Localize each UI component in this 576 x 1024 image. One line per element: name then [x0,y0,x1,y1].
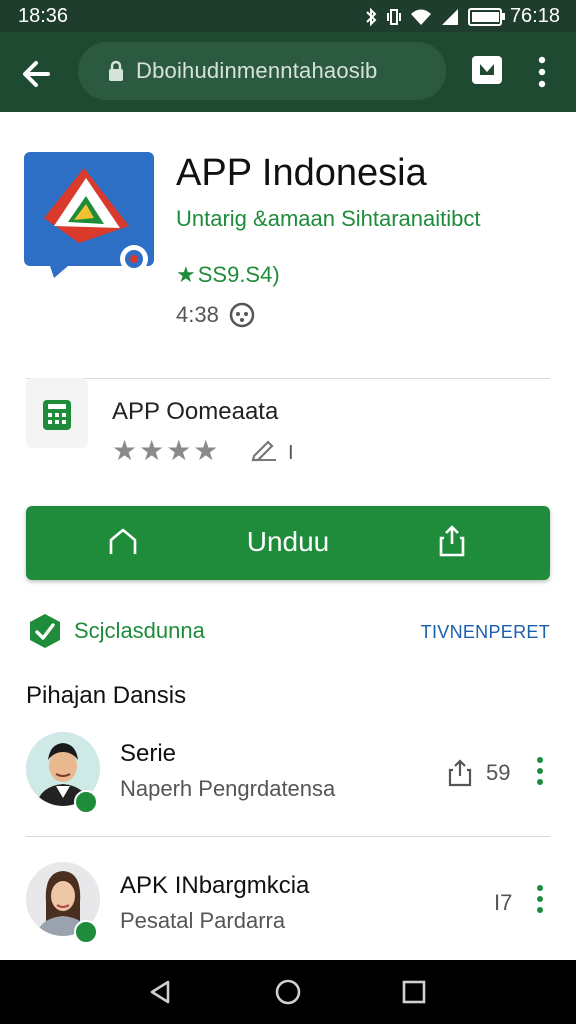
battery-icon [467,7,505,26]
wifi-icon [410,9,431,25]
app-logo-icon [24,152,154,278]
lock-icon [109,60,123,81]
calculator-icon [43,400,71,430]
status-time: 18:36 [18,5,69,27]
browser-toolbar: Dboihudinmenntahaosib [0,32,576,112]
star-rating: ★★★★ [112,435,221,466]
clock-icon [229,302,255,328]
share-icon [439,525,465,557]
bluetooth-icon [366,7,377,26]
main-content: APP Indonesia Untarig &amaan Sihtaranait… [0,112,576,960]
install-label: Unduu [246,526,330,557]
nav-back-icon[interactable] [146,978,174,1006]
url-text: Dboihudinmenntahaosib [136,58,378,83]
verified-badge-icon [30,614,60,648]
list-item[interactable]: APK INbargmkcia Pesatal Pardarra I7 [0,846,576,956]
developer-name[interactable]: APP Oomeaata [112,398,278,426]
list-item-count: 59 [486,760,511,785]
back-arrow-icon[interactable] [18,54,58,94]
tabs-icon[interactable] [472,56,502,84]
list-item-title: Serie [120,740,177,767]
divider [26,836,550,837]
signal-icon [441,8,458,25]
star-icon: ★ [176,262,196,287]
verified-section-link[interactable]: Scjclasdunna [26,612,205,650]
overflow-menu-icon[interactable] [532,54,552,90]
nav-home-icon[interactable] [274,978,302,1006]
app-rating: ★SS9.S4) [176,262,280,288]
list-item-count: I7 [494,890,513,915]
vibrate-icon [386,8,401,25]
system-nav-bar [0,960,576,1024]
verified-badge-icon [74,790,98,814]
overflow-menu-icon[interactable] [534,884,546,914]
app-subtitle[interactable]: Untarig &amaan Sihtaranaitibct [176,206,481,232]
developer-card-icon [26,378,88,448]
status-bar: 18:36 76:18 [0,0,576,32]
status-time-right: 76:18 [509,5,560,27]
app-time: 4:38 [176,302,255,328]
status-icons: 76:18 [364,5,560,28]
list-item-subtitle: Naperh Pengrdatensa [120,776,336,801]
list-item-title: APK INbargmkcia [120,872,310,899]
list-item[interactable]: Serie Naperh Pengrdatensa 59 [0,724,576,834]
install-button[interactable]: Unduu [26,506,550,580]
edit-pen-icon[interactable] [250,438,278,462]
rating-text: SS9.S4) [197,262,280,287]
overflow-menu-icon[interactable] [534,756,546,786]
battery-fill [471,11,499,22]
edit-text: I [288,442,294,464]
divider [26,378,550,379]
verified-badge-icon [74,920,98,944]
time-text: 4:38 [176,302,219,327]
verified-label: Scjclasdunna [74,618,205,643]
share-icon[interactable] [446,758,474,788]
url-bar[interactable]: Dboihudinmenntahaosib [78,42,446,100]
app-title: APP Indonesia [176,152,427,194]
list-item-subtitle: Pesatal Pardarra [120,908,286,933]
more-link[interactable]: TIVNENPERET [421,622,550,643]
nav-recents-icon[interactable] [400,978,428,1006]
section-heading: Pihajan Dansis [26,682,187,709]
